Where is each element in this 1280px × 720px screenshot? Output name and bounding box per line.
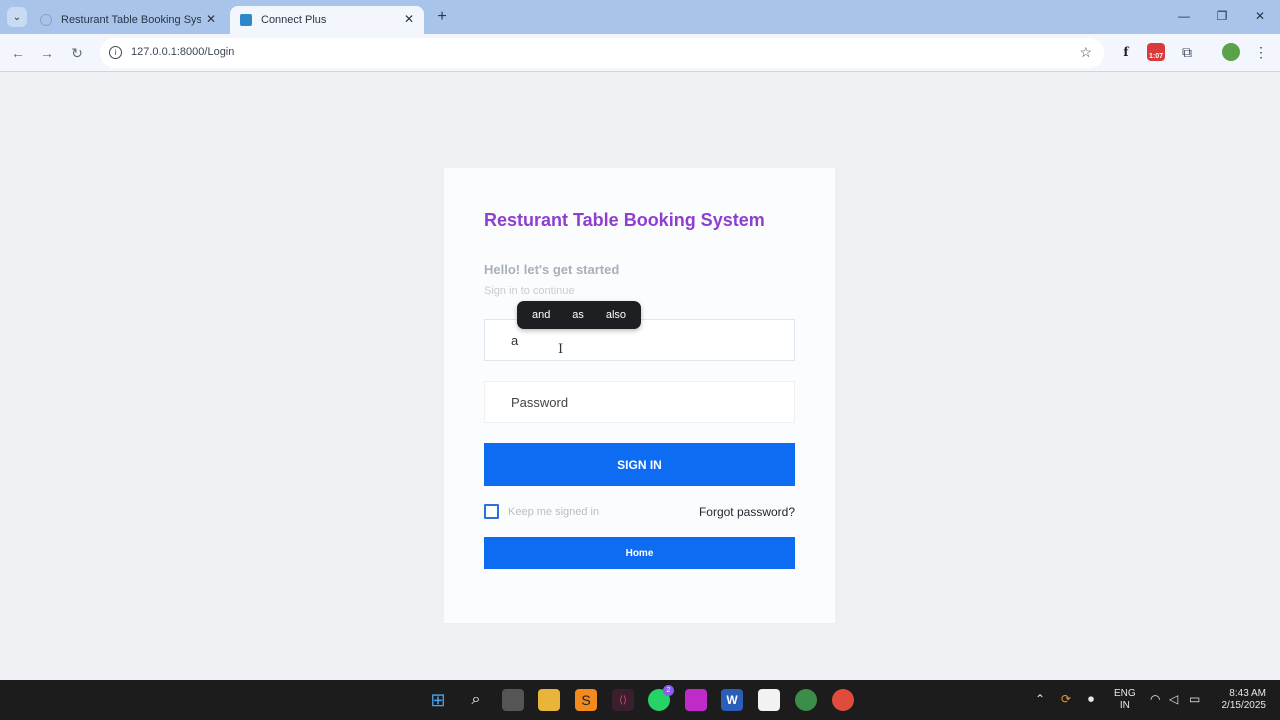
tab-title: Connect Plus [261, 14, 327, 26]
home-button[interactable]: Home [484, 537, 795, 569]
document-icon[interactable] [758, 689, 780, 711]
language-indicator[interactable]: ENG IN [1114, 688, 1136, 712]
autocomplete-suggestions: and as also [517, 301, 641, 329]
minimize-button[interactable]: — [1176, 8, 1192, 24]
browser-menu-icon[interactable]: ⋮ [1252, 43, 1270, 61]
chrome-icon[interactable] [832, 689, 854, 711]
brand-title: Resturant Table Booking System [484, 210, 765, 230]
address-bar[interactable]: i 127.0.0.1:8000/Login ☆ [100, 38, 1104, 68]
tab-connect-plus[interactable]: Connect Plus ✕ [230, 6, 424, 34]
volume-icon[interactable]: ◁ [1169, 692, 1178, 706]
forgot-password-link[interactable]: Forgot password? [699, 505, 795, 519]
timer-badge: 1:07 [1148, 53, 1163, 60]
battery-icon[interactable]: ▭ [1189, 692, 1200, 706]
whatsapp-badge: 2 [663, 685, 674, 696]
close-window-button[interactable]: ✕ [1252, 8, 1268, 24]
greeting-heading: Hello! let's get started [484, 262, 620, 277]
password-field [484, 381, 795, 423]
bookmark-star-icon[interactable]: ☆ [1079, 44, 1092, 61]
tab-close-icon[interactable]: ✕ [204, 12, 218, 26]
connect-plus-favicon-icon [240, 14, 252, 26]
forward-button[interactable]: → [38, 44, 56, 62]
reload-button[interactable]: ↻ [68, 44, 86, 62]
taskbar: ⊞ ⌕ S ⟨⟩ 2 W ⌃ ⟳ ⏺ ENG IN ◠ ◁ ▭ 8:43 AM … [0, 680, 1280, 720]
browser-toolbar: ← → ↻ i 127.0.0.1:8000/Login ☆ f 1:07 ⧉ … [0, 34, 1280, 72]
clock-date: 2/15/2025 [1221, 700, 1267, 711]
font-extension-icon[interactable]: f [1117, 43, 1135, 61]
timer-extension-icon[interactable]: 1:07 [1147, 43, 1165, 61]
signin-subtext: Sign in to continue [484, 285, 575, 297]
windows-start-icon[interactable]: ⊞ [427, 689, 449, 711]
sublime-text-icon[interactable]: S [575, 689, 597, 711]
clock-time: 8:43 AM [1229, 688, 1266, 699]
remember-checkbox[interactable] [484, 504, 499, 519]
wifi-icon[interactable]: ◠ [1150, 692, 1160, 706]
signin-button[interactable]: SIGN IN [484, 443, 795, 486]
tab-restaurant-booking[interactable]: Resturant Table Booking Syste ✕ [30, 6, 226, 34]
site-info-icon[interactable]: i [109, 46, 122, 59]
language-code: ENG [1114, 688, 1136, 699]
back-button[interactable]: ← [9, 44, 27, 62]
microphone-icon[interactable]: ⏺ [1088, 692, 1094, 707]
clock[interactable]: 8:43 AM 2/15/2025 [1214, 688, 1267, 712]
remember-me: Keep me signed in [484, 504, 599, 519]
tab-search-chevron-icon[interactable]: ⌄ [7, 7, 27, 27]
region-code: IN [1119, 700, 1130, 711]
extensions-puzzle-icon[interactable]: ⧉ [1178, 43, 1196, 61]
word-icon[interactable]: W [721, 689, 743, 711]
globe-icon [40, 14, 52, 26]
login-card: Resturant Table Booking System Hello! le… [444, 168, 835, 623]
tab-close-icon[interactable]: ✕ [402, 12, 416, 26]
whatsapp-icon[interactable]: 2 [648, 685, 674, 711]
restore-button[interactable]: ❐ [1214, 8, 1230, 24]
show-hidden-icons-icon[interactable]: ⌃ [1035, 692, 1045, 706]
search-icon[interactable]: ⌕ [465, 689, 487, 711]
suggestion-item[interactable]: and [528, 309, 554, 321]
profile-avatar-icon[interactable] [1222, 43, 1240, 61]
browser-tab-bar: ⌄ Resturant Table Booking Syste ✕ Connec… [0, 0, 1280, 34]
file-explorer-icon[interactable] [538, 689, 560, 711]
media-app-icon[interactable] [685, 689, 707, 711]
sync-icon[interactable]: ⟳ [1061, 692, 1071, 706]
password-input[interactable] [485, 382, 794, 422]
suggestion-item[interactable]: also [602, 309, 630, 321]
remember-label[interactable]: Keep me signed in [508, 506, 599, 518]
devtools-app-icon[interactable]: ⟨⟩ [612, 689, 634, 711]
task-view-icon[interactable] [502, 689, 524, 711]
tab-title: Resturant Table Booking Syste [61, 14, 201, 26]
text-cursor-icon: I [558, 342, 564, 357]
url-text[interactable]: 127.0.0.1:8000/Login [131, 46, 234, 58]
chrome-dev-icon[interactable] [795, 689, 817, 711]
suggestion-item[interactable]: as [568, 309, 588, 321]
new-tab-button[interactable]: + [434, 8, 450, 26]
